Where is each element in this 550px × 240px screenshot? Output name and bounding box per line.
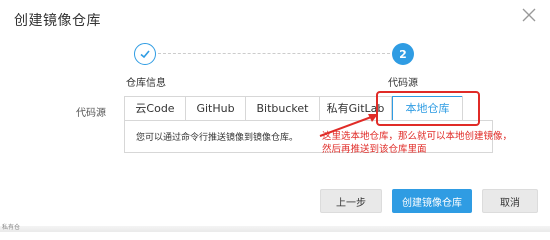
cancel-button[interactable]: 取消 <box>482 189 538 213</box>
step-2-indicator: 2 <box>392 43 414 65</box>
annotation-note: 这里选本地仓库，那么就可以本地创建镜像，然后再推送到该仓库里面 <box>322 131 513 155</box>
tab-github[interactable]: GitHub <box>186 97 246 121</box>
prev-step-button[interactable]: 上一步 <box>320 189 382 213</box>
check-icon <box>140 50 150 59</box>
page-bottom-strip <box>0 226 550 232</box>
step-2-label: 代码源 <box>388 78 418 89</box>
dialog-title: 创建镜像仓库 <box>14 13 101 29</box>
create-repo-button[interactable]: 创建镜像仓库 <box>392 189 472 213</box>
source-field-label: 代码源 <box>76 108 106 119</box>
panel-description: 您可以通过命令行推送镜像到镜像仓库。 <box>136 133 299 143</box>
step-1-label: 仓库信息 <box>126 78 166 89</box>
close-icon[interactable] <box>522 8 536 22</box>
annotation-highlight-box <box>376 91 480 126</box>
step-1-indicator <box>134 43 156 65</box>
bottom-strip-label: 私有仓 <box>2 224 21 231</box>
tab-cloudcode[interactable]: 云Code <box>125 97 186 121</box>
steps-connector <box>158 53 390 54</box>
tab-bitbucket[interactable]: Bitbucket <box>246 97 320 121</box>
